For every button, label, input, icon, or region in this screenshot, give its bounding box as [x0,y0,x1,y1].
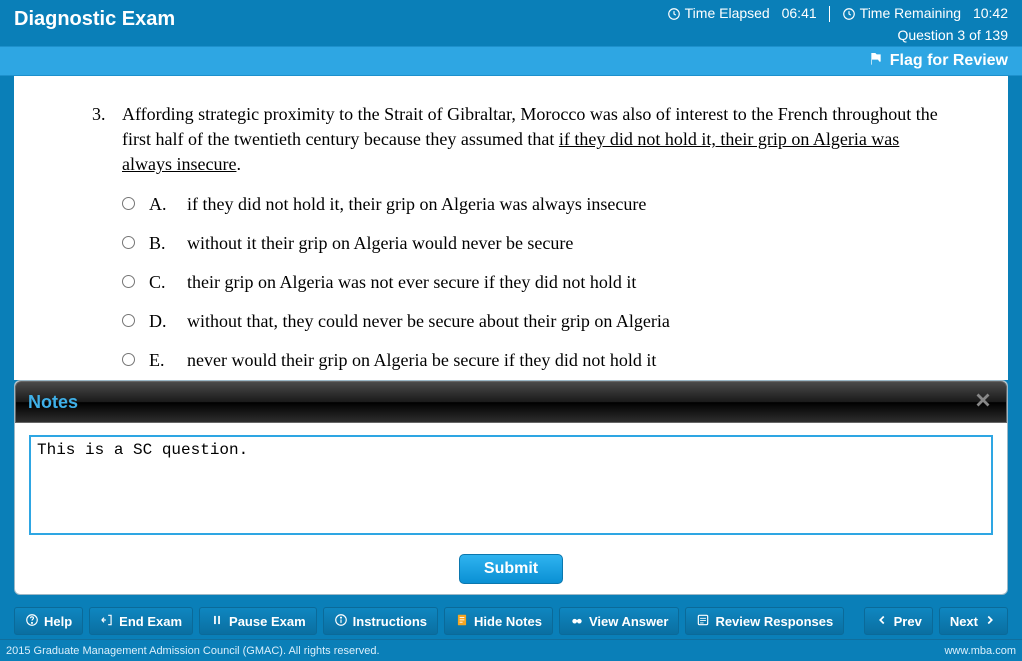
choice-e: E. never would their grip on Algeria be … [122,348,948,373]
footer-url: www.mba.com [944,645,1016,657]
timer-row: Time Elapsed 06:41 Time Remaining 10:42 [667,4,1008,24]
bottom-toolbar: Help End Exam Pause Exam Instructions Hi… [0,603,1022,639]
next-button[interactable]: Next [939,607,1008,635]
pause-exam-button[interactable]: Pause Exam [199,607,317,635]
next-label: Next [950,614,978,629]
copyright: 2015 Graduate Management Admission Counc… [6,645,380,657]
choices: A. if they did not hold it, their grip o… [122,192,948,374]
help-label: Help [44,614,72,629]
radio-e[interactable] [122,353,135,366]
question-stem: Affording strategic proximity to the Str… [122,102,948,380]
info-icon [334,613,348,630]
flag-icon [868,51,884,72]
hide-notes-label: Hide Notes [474,614,542,629]
content-wrap: 3. Affording strategic proximity to the … [0,76,1022,603]
arrow-left-icon [875,613,889,630]
header: Diagnostic Exam Time Elapsed 06:41 Time [0,0,1022,46]
arrow-right-icon [983,613,997,630]
choice-b: B. without it their grip on Algeria woul… [122,231,948,256]
choice-c: C. their grip on Algeria was not ever se… [122,270,948,295]
prev-button[interactable]: Prev [864,607,933,635]
notes-submit-button[interactable]: Submit [459,554,563,584]
question-area: 3. Affording strategic proximity to the … [14,76,1008,380]
end-exam-label: End Exam [119,614,182,629]
instructions-button[interactable]: Instructions [323,607,438,635]
stem-post: . [236,154,241,174]
time-elapsed-value: 06:41 [782,4,817,24]
time-remaining: Time Remaining 10:42 [842,4,1008,24]
exit-icon [100,613,114,630]
notes-textarea[interactable] [29,435,993,535]
clock-icon [667,7,681,21]
choice-c-label: C. [149,270,173,295]
notes-panel: Notes Submit [14,380,1008,595]
radio-d[interactable] [122,314,135,327]
pause-icon [210,613,224,630]
help-button[interactable]: Help [14,607,83,635]
radio-c[interactable] [122,275,135,288]
question-counter: Question 3 of 139 [667,26,1008,46]
choice-d: D. without that, they could never be sec… [122,309,948,334]
choice-c-text: their grip on Algeria was not ever secur… [187,270,948,295]
app-root: Diagnostic Exam Time Elapsed 06:41 Time [0,0,1022,661]
view-answer-label: View Answer [589,614,668,629]
header-right: Time Elapsed 06:41 Time Remaining 10:42 … [667,4,1008,45]
choice-e-label: E. [149,348,173,373]
notes-submit-row: Submit [15,550,1007,594]
footer: 2015 Graduate Management Admission Counc… [0,639,1022,661]
timer-divider [829,6,830,22]
hide-notes-button[interactable]: Hide Notes [444,607,553,635]
close-icon [972,389,994,411]
notes-header: Notes [15,381,1007,423]
review-responses-button[interactable]: Review Responses [685,607,844,635]
time-elapsed: Time Elapsed 06:41 [667,4,817,24]
notes-icon [455,613,469,630]
view-answer-button[interactable]: View Answer [559,607,679,635]
radio-b[interactable] [122,236,135,249]
binoculars-icon [570,613,584,630]
choice-b-label: B. [149,231,173,256]
help-icon [25,613,39,630]
pause-exam-label: Pause Exam [229,614,306,629]
question-row: 3. Affording strategic proximity to the … [92,102,948,380]
prev-label: Prev [894,614,922,629]
time-elapsed-label: Time Elapsed [685,4,770,24]
choice-a-text: if they did not hold it, their grip on A… [187,192,948,217]
choice-a: A. if they did not hold it, their grip o… [122,192,948,217]
choice-d-text: without that, they could never be secure… [187,309,948,334]
question-number: 3. [92,102,122,380]
time-remaining-label: Time Remaining [860,4,961,24]
choice-d-label: D. [149,309,173,334]
review-responses-label: Review Responses [715,614,833,629]
flag-for-review-bar[interactable]: Flag for Review [0,46,1022,76]
choice-e-text: never would their grip on Algeria be sec… [187,348,948,373]
review-icon [696,613,710,630]
notes-close-button[interactable] [972,389,994,416]
notes-body [15,423,1007,550]
exam-title: Diagnostic Exam [14,8,175,31]
instructions-label: Instructions [353,614,427,629]
radio-a[interactable] [122,197,135,210]
clock-icon [842,7,856,21]
flag-label: Flag for Review [890,52,1008,70]
notes-title: Notes [28,392,78,413]
time-remaining-value: 10:42 [973,4,1008,24]
choice-b-text: without it their grip on Algeria would n… [187,231,948,256]
choice-a-label: A. [149,192,173,217]
end-exam-button[interactable]: End Exam [89,607,193,635]
